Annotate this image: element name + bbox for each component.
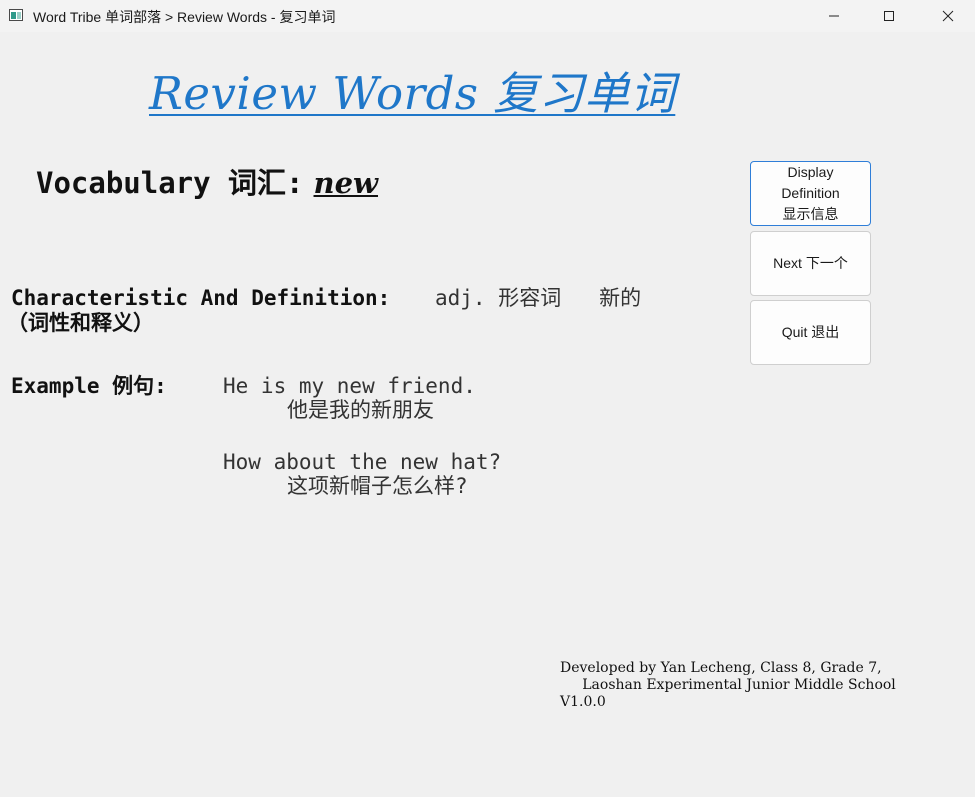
definition-label: Characteristic And Definition: （词性和释义）	[7, 286, 391, 336]
vocabulary-label: Vocabulary 词汇:	[36, 166, 304, 200]
example-label: Example 例句:	[11, 374, 167, 398]
vocabulary-row: Vocabulary 词汇: new	[36, 160, 378, 202]
display-line-2: Definition	[781, 185, 840, 201]
display-line-3: 显示信息	[782, 206, 839, 222]
example-item: How about the new hat? 这项新帽子怎么样?	[223, 450, 501, 498]
credits: Developed by Yan Lecheng, Class 8, Grade…	[560, 660, 896, 711]
quit-button[interactable]: Quit 退出	[750, 300, 871, 365]
display-line-1: Display	[787, 164, 834, 180]
close-icon	[942, 10, 954, 22]
app-icon	[9, 9, 23, 21]
minimize-button[interactable]	[811, 0, 857, 32]
display-definition-button[interactable]: Display Definition 显示信息	[750, 161, 871, 226]
quit-button-label: Quit 退出	[781, 324, 840, 340]
next-button-label: Next 下一个	[773, 255, 848, 271]
credits-line-2: Laoshan Experimental Junior Middle Schoo…	[560, 677, 896, 693]
example-en: How about the new hat?	[223, 450, 502, 474]
credits-line-1: Developed by Yan Lecheng, Class 8, Grade…	[560, 660, 882, 676]
page-heading: Review Words 复习单词	[149, 67, 676, 120]
maximize-icon	[884, 11, 894, 21]
definition-label-cn: （词性和释义）	[7, 311, 154, 335]
example-item: He is my new friend. 他是我的新朋友	[223, 374, 476, 422]
vocabulary-word: new	[313, 166, 379, 200]
display-definition-label: Display Definition 显示信息	[781, 162, 839, 225]
minimize-icon	[829, 15, 839, 17]
example-cn: 这项新帽子怎么样?	[287, 474, 468, 498]
maximize-button[interactable]	[866, 0, 912, 32]
next-button[interactable]: Next 下一个	[750, 231, 871, 296]
version-label: V1.0.0	[560, 694, 606, 710]
close-button[interactable]	[925, 0, 971, 32]
definition-value: adj. 形容词 新的	[435, 286, 642, 310]
example-en: He is my new friend.	[223, 374, 476, 398]
example-cn: 他是我的新朋友	[287, 398, 434, 422]
window-title: Word Tribe 单词部落 > Review Words - 复习单词	[33, 9, 336, 25]
window-titlebar: Word Tribe 单词部落 > Review Words - 复习单词	[0, 0, 975, 32]
definition-label-en: Characteristic And Definition:	[11, 286, 391, 310]
